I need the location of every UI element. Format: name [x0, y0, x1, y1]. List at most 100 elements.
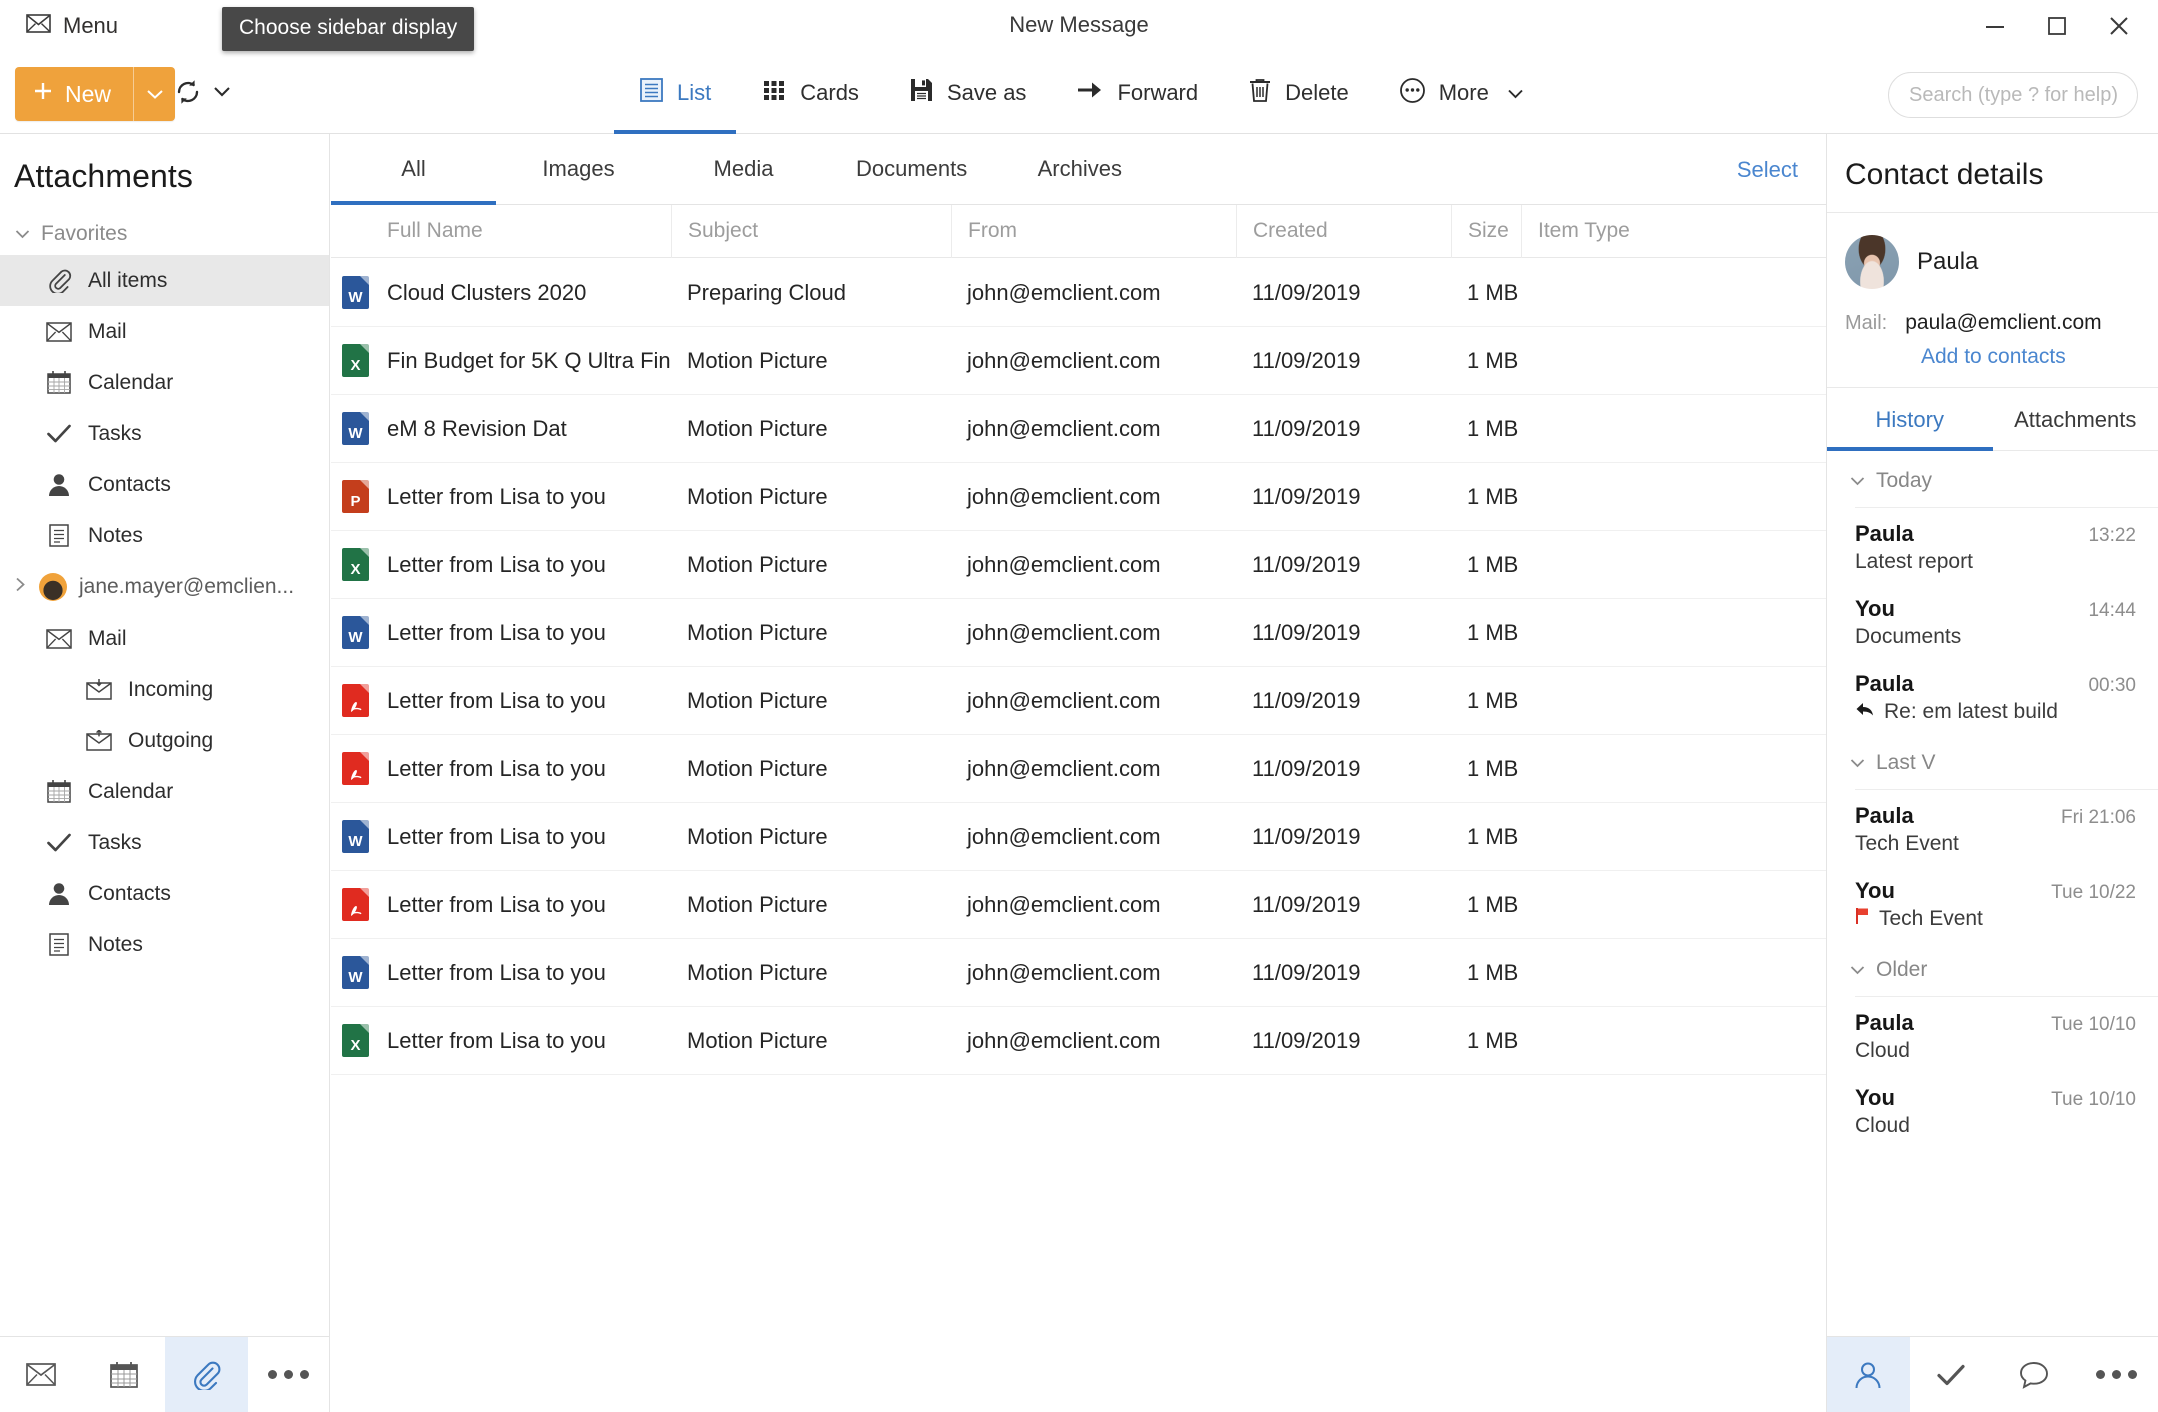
sidebar-favorites-header[interactable]: Favorites — [0, 213, 329, 255]
history-item[interactable]: You 14:44 Documents — [1827, 583, 2158, 658]
table-row[interactable]: W Cloud Clusters 2020 Preparing Cloud john@… — [331, 259, 1826, 327]
table-row[interactable]: X Fin Budget for 5K Q Ultra Fine Motion Pi… — [331, 327, 1826, 395]
chevron-down-icon — [14, 222, 31, 246]
sidebar-item-label: Mail — [88, 319, 127, 343]
contact-tab-attachments[interactable]: Attachments — [1993, 388, 2158, 450]
table-row[interactable]: X Letter from Lisa to you Motion Picture jo… — [331, 1007, 1826, 1075]
table-row[interactable]: P Letter from Lisa to you Motion Picture jo… — [331, 463, 1826, 531]
bottom-mail-button[interactable] — [0, 1337, 83, 1412]
sidebar-item-tasks[interactable]: Tasks — [0, 408, 329, 459]
history-item[interactable]: You Tue 10/10 Cloud — [1827, 1072, 2158, 1147]
sidebar-item-calendar[interactable]: Calendar — [0, 357, 329, 408]
refresh-icon — [172, 76, 204, 113]
column-header-item-type[interactable]: Item Type — [1521, 204, 1721, 258]
sidebar-item-label: Outgoing — [128, 728, 214, 752]
tab-images[interactable]: Images — [496, 134, 661, 204]
contact-tab-history[interactable]: History — [1827, 388, 1993, 451]
table-row[interactable]: W Letter from Lisa to you Motion Picture jo… — [331, 599, 1826, 667]
list-view-icon — [639, 77, 664, 109]
table-row[interactable]: W Letter from Lisa to you Motion Picture jo… — [331, 803, 1826, 871]
new-button-main[interactable]: New — [15, 67, 133, 121]
toolbar-list-button[interactable]: List — [614, 52, 737, 134]
right-chat-button[interactable] — [1993, 1337, 2076, 1412]
table-row[interactable]: W Letter from Lisa to you Motion Picture jo… — [331, 939, 1826, 1007]
table-row[interactable]: Letter from Lisa to you Motion Picture joh… — [331, 735, 1826, 803]
sidebar-account-item-tasks[interactable]: Tasks — [0, 817, 329, 868]
right-more-button[interactable] — [2075, 1337, 2158, 1412]
history-time: 00:30 — [2088, 675, 2136, 696]
sidebar-account-item-mail[interactable]: Mail — [0, 613, 329, 664]
history-group-header[interactable]: Today — [1827, 451, 2158, 507]
history-group-header[interactable]: Last V — [1827, 733, 2158, 789]
column-header-size[interactable]: Size — [1451, 204, 1521, 258]
tab-archives[interactable]: Archives — [997, 134, 1162, 204]
history-item[interactable]: Paula Fri 21:06 Tech Event — [1827, 790, 2158, 865]
history-item[interactable]: Paula Tue 10/10 Cloud — [1827, 997, 2158, 1072]
history-item[interactable]: Paula 00:30 Re: em latest build — [1827, 658, 2158, 733]
sidebar-item-label: Incoming — [128, 677, 214, 701]
refresh-button[interactable] — [172, 67, 232, 121]
search-box[interactable] — [1888, 72, 2158, 118]
table-row[interactable]: WeM 8 Revision Dat Motion Picture john@emc… — [331, 395, 1826, 463]
chevron-right-icon[interactable] — [14, 575, 27, 599]
add-to-contacts-link[interactable]: Add to contacts — [1921, 345, 2140, 369]
table-row[interactable]: Letter from Lisa to you Motion Picture joh… — [331, 871, 1826, 939]
right-tasks-button[interactable] — [1910, 1337, 1993, 1412]
contact-details-title: Contact details — [1845, 158, 2044, 191]
sidebar-item-notes[interactable]: Notes — [0, 510, 329, 561]
chevron-down-icon[interactable] — [1506, 80, 1525, 106]
toolbar-more-button[interactable]: More — [1374, 52, 1550, 134]
bottom-attachments-button[interactable] — [165, 1337, 248, 1412]
close-button[interactable] — [2088, 0, 2150, 52]
sidebar-account-item-notes[interactable]: Notes — [0, 919, 329, 970]
history-sender: Paula — [1855, 803, 1914, 828]
pdf-file-icon — [342, 684, 369, 717]
maximize-button[interactable] — [2026, 0, 2088, 52]
table-row[interactable]: Letter from Lisa to you Motion Picture joh… — [331, 667, 1826, 735]
select-link[interactable]: Select — [1737, 134, 1798, 205]
cell-size: 1 MB — [1467, 755, 1519, 781]
cell-created: 11/09/2019 — [1252, 687, 1361, 713]
cell-name: Letter from Lisa to you — [387, 891, 606, 917]
tab-all[interactable]: All — [331, 134, 496, 205]
search-input[interactable] — [1909, 83, 2158, 107]
history-item[interactable]: You Tue 10/22 Tech Event — [1827, 865, 2158, 940]
tab-media[interactable]: Media — [661, 134, 826, 204]
sidebar-item-contacts[interactable]: Contacts — [0, 459, 329, 510]
sidebar-account-row[interactable]: jane.mayer@emclien... — [0, 561, 329, 613]
sidebar-item-label: All items — [88, 268, 168, 292]
bottom-calendar-button[interactable] — [83, 1337, 166, 1412]
sidebar-account-item-outgoing[interactable]: Outgoing — [0, 715, 329, 766]
history-group-header[interactable]: Older — [1827, 940, 2158, 996]
new-dropdown-caret[interactable] — [133, 67, 175, 121]
sidebar-account-item-contacts[interactable]: Contacts — [0, 868, 329, 919]
column-header-created[interactable]: Created — [1236, 204, 1451, 258]
column-header-full-name[interactable]: Full Name — [371, 205, 671, 258]
cell-name: Letter from Lisa to you — [387, 687, 606, 713]
right-bottom-bar — [1827, 1336, 2158, 1412]
cell-created: 11/09/2019 — [1252, 347, 1361, 373]
chevron-down-icon — [1849, 469, 1866, 493]
toolbar-save-as-button[interactable]: Save as — [884, 52, 1052, 134]
toolbar-cards-button[interactable]: Cards — [736, 52, 884, 134]
sidebar-item-mail[interactable]: Mail — [0, 306, 329, 357]
history-group-label: Today — [1876, 469, 1933, 492]
minimize-button[interactable] — [1964, 0, 2026, 52]
toolbar-delete-button[interactable]: Delete — [1223, 52, 1374, 134]
column-header-from[interactable]: From — [951, 204, 1236, 258]
sidebar-item-all-items[interactable]: All items — [0, 255, 329, 306]
cell-size: 1 MB — [1467, 687, 1519, 713]
refresh-caret-icon[interactable] — [212, 85, 232, 103]
toolbar-forward-button[interactable]: Forward — [1051, 52, 1223, 134]
bottom-more-button[interactable] — [248, 1337, 331, 1412]
column-header-subject[interactable]: Subject — [671, 204, 951, 258]
table-row[interactable]: X Letter from Lisa to you Motion Picture jo… — [331, 531, 1826, 599]
sidebar-account-item-calendar[interactable]: Calendar — [0, 766, 329, 817]
right-contacts-button[interactable] — [1827, 1337, 1910, 1412]
sidebar-account-item-incoming[interactable]: Incoming — [0, 664, 329, 715]
cell-name: Letter from Lisa to you — [387, 551, 606, 577]
cell-created: 11/09/2019 — [1252, 755, 1361, 781]
history-item[interactable]: Paula 13:22 Latest report — [1827, 508, 2158, 583]
new-button[interactable]: New — [15, 67, 176, 121]
tab-documents[interactable]: Documents — [826, 134, 997, 204]
